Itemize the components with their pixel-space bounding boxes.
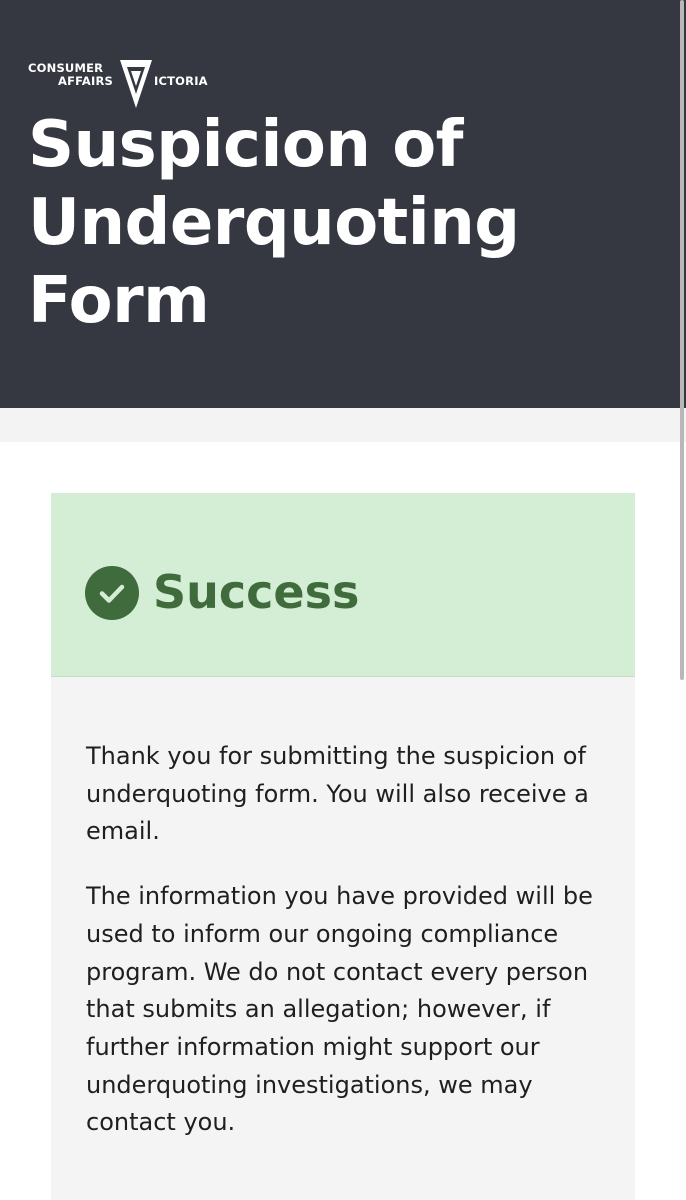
logo-text-line2: AFFAIRS (58, 74, 114, 88)
check-circle-icon (85, 566, 139, 620)
page: CONSUMER AFFAIRS ICTORIA Suspicion of Un… (0, 0, 686, 1200)
success-alert-body: Thank you for submitting the suspicion o… (86, 738, 606, 1169)
information-usage-paragraph: The information you have provided will b… (86, 882, 593, 1137)
page-scrollbar[interactable] (680, 0, 684, 680)
success-alert: Success Thank you for submitting the sus… (51, 493, 635, 1200)
success-alert-title: Success (153, 565, 360, 619)
success-alert-header: Success (51, 493, 635, 677)
success-message-paragraph: Thank you for submitting the suspicion o… (86, 742, 589, 846)
page-header: CONSUMER AFFAIRS ICTORIA Suspicion of Un… (0, 0, 686, 408)
page-title: Suspicion of Underquoting Form (28, 108, 520, 338)
consumer-affairs-victoria-logo[interactable]: CONSUMER AFFAIRS ICTORIA (28, 58, 208, 110)
victoria-triangle-logo-icon (120, 60, 152, 108)
logo-text-victoria: ICTORIA (154, 74, 208, 88)
header-divider-strip (0, 408, 686, 442)
